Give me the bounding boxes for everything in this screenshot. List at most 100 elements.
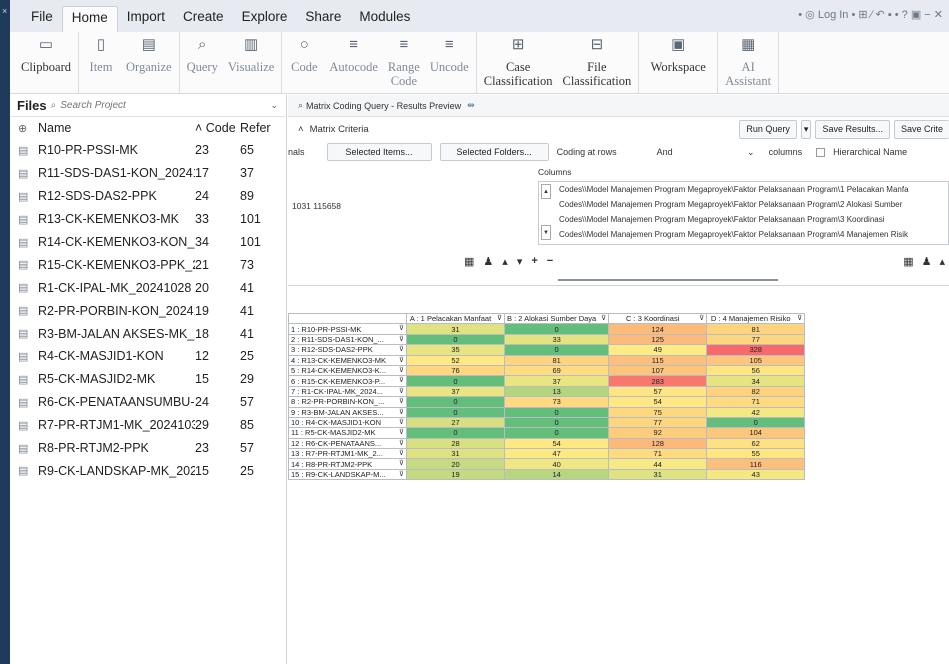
tab-modules[interactable]: Modules [350, 6, 419, 32]
file-row[interactable]: ▤ R5-CK-MASJID2-MK 15 29 [10, 368, 286, 391]
results-tab[interactable]: ⌕ Matrix Coding Query - Results Preview … [288, 95, 949, 117]
matrix-cell[interactable]: 49 [608, 344, 708, 356]
matrix-row-header[interactable]: 10 : R4-CK-MASJID1-KON ⊽ [288, 416, 407, 429]
code-item[interactable]: Codes\\Model Manajemen Program Megaproye… [559, 197, 948, 212]
matrix-cell[interactable]: 124 [608, 323, 708, 335]
file-row[interactable]: ▤ R2-PR-PORBIN-KON_202410219 41 [10, 299, 286, 322]
search-input[interactable] [60, 100, 261, 111]
scroll-up-icon[interactable]: ▲ [541, 184, 551, 199]
file-row[interactable]: ▤ R12-SDS-DAS2-PPK 24 89 [10, 185, 286, 208]
case-classification-button[interactable]: ⊞ Case Classification [479, 32, 558, 93]
matrix-cell[interactable]: 82 [706, 385, 806, 398]
remove-icon[interactable]: − [547, 255, 553, 268]
matrix-cell[interactable]: 0 [406, 396, 505, 408]
matrix-cell[interactable]: 37 [503, 375, 610, 387]
matrix-row-header[interactable]: 9 : R3-BM-JALAN AKSES... ⊽ [288, 406, 407, 418]
tab-create[interactable]: Create [174, 6, 233, 32]
col-name-header[interactable]: Name [38, 121, 195, 135]
matrix-cell[interactable]: 54 [503, 437, 610, 450]
run-query-dropdown[interactable]: ▾ [800, 119, 812, 139]
matrix-row-header[interactable]: 8 : R2-PR-PORBIN-KON_... ⊽ [288, 396, 407, 408]
matrix-cell[interactable]: 33 [503, 333, 610, 346]
select-all-icon[interactable]: ⊕ [10, 122, 38, 135]
filter-icon[interactable]: ⊽ [399, 325, 404, 332]
file-classification-button[interactable]: ⊟ File Classification [557, 32, 636, 93]
pin-icon[interactable]: ⇹ [467, 100, 475, 111]
code-item[interactable]: Codes\\Model Manajemen Program Megaproye… [559, 227, 948, 242]
move-down-icon[interactable]: ▾ [517, 255, 523, 268]
user-icon[interactable]: ♟ [483, 255, 493, 268]
matrix-row-header[interactable]: 12 : R6-CK-PENATAANS... ⊽ [288, 437, 407, 450]
code-item[interactable]: Codes\\Model Manajemen Program Megaproye… [559, 182, 948, 197]
filter-icon[interactable]: ⊽ [399, 377, 404, 384]
tab-file[interactable]: File [22, 6, 62, 32]
matrix-row-header[interactable]: 6 : R15-CK-KEMENKO3-P... ⊽ [288, 375, 407, 387]
matrix-row-header[interactable]: 7 : R1-CK-IPAL-MK_2024... ⊽ [288, 385, 407, 398]
query-button[interactable]: ⌕ Query [182, 32, 223, 93]
matrix-cell[interactable]: 0 [503, 406, 610, 418]
matrix-cell[interactable]: 52 [406, 354, 505, 366]
matrix-cell[interactable]: 104 [706, 427, 806, 439]
filter-icon[interactable]: ⊽ [497, 314, 502, 322]
tab-import[interactable]: Import [118, 6, 174, 32]
matrix-cell[interactable]: 37 [406, 385, 505, 398]
code-button[interactable]: ○ Code [284, 32, 324, 93]
col-code-header[interactable]: ˄ Code [195, 121, 240, 135]
collapse-icon[interactable]: ˄ [298, 124, 304, 135]
matrix-cell[interactable]: 71 [706, 396, 806, 408]
filter-icon[interactable]: ⊽ [399, 346, 404, 353]
matrix-cell[interactable]: 75 [608, 406, 708, 418]
matrix-cell[interactable]: 0 [406, 375, 505, 387]
matrix-column-header[interactable]: A : 1 Pelacakan Manfaat ⊽ [406, 312, 505, 325]
file-row[interactable]: ▤ R14-CK-KEMENKO3-KON_20234 101 [10, 231, 286, 254]
matrix-row-header[interactable]: 14 : R8-PR-RTJM2-PPK ⊽ [288, 458, 407, 470]
matrix-cell[interactable]: 0 [503, 344, 610, 356]
matrix-cell[interactable]: 31 [406, 448, 505, 460]
grid-icon[interactable]: ▦ [464, 255, 474, 268]
file-row[interactable]: ▤ R9-CK-LANDSKAP-MK_20241 15 25 [10, 459, 286, 482]
matrix-cell[interactable]: 20 [406, 458, 505, 470]
matrix-cell[interactable]: 13 [503, 385, 610, 398]
matrix-cell[interactable]: 0 [503, 427, 610, 439]
file-row[interactable]: ▤ R11-SDS-DAS1-KON_202410317 37 [10, 162, 286, 185]
tab-home[interactable]: Home [61, 6, 118, 32]
matrix-row-header[interactable]: 1 : R10-PR-PSSI-MK ⊽ [288, 323, 407, 335]
filter-icon[interactable]: ⊽ [399, 387, 404, 395]
file-row[interactable]: ▤ R6-CK-PENATAANSUMBU-PP 24 57 [10, 391, 286, 414]
matrix-row-header[interactable]: 3 : R12-SDS-DAS2-PPK ⊽ [288, 344, 407, 356]
matrix-row-header[interactable]: 2 : R11-SDS-DAS1-KON_... ⊽ [288, 333, 407, 346]
filter-icon[interactable]: ⊽ [399, 335, 404, 343]
matrix-cell[interactable]: 35 [406, 344, 505, 356]
user-icon[interactable]: ♟ [922, 255, 932, 268]
move-up-icon[interactable]: ▴ [502, 255, 508, 268]
list-scrollbar[interactable]: ▲ ▼ [541, 184, 553, 242]
matrix-row-header[interactable]: 5 : R14-CK-KEMENKO3-K... ⊽ [288, 364, 407, 377]
autocode-button[interactable]: ≡ Autocode [324, 32, 383, 93]
file-row[interactable]: ▤ R7-PR-RTJM1-MK_20241031 29 85 [10, 414, 286, 437]
filter-icon[interactable]: ⊽ [399, 429, 404, 436]
file-row[interactable]: ▤ R10-PR-PSSI-MK 23 65 [10, 139, 286, 162]
matrix-cell[interactable]: 81 [706, 323, 806, 335]
clipboard-button[interactable]: ▭ Clipboard [16, 32, 76, 93]
selected-items-button[interactable]: Selected Items... [326, 143, 432, 161]
matrix-cell[interactable]: 0 [406, 406, 505, 418]
col-refer-header[interactable]: Refer [240, 121, 280, 135]
filter-icon[interactable]: ⊽ [399, 398, 404, 405]
matrix-cell[interactable]: 47 [503, 448, 610, 460]
matrix-cell[interactable]: 56 [706, 364, 806, 377]
matrix-row-header[interactable]: 13 : R7-PR-RTJM1-MK_2... ⊽ [288, 448, 407, 460]
matrix-cell[interactable]: 283 [608, 375, 708, 387]
matrix-row-header[interactable]: 15 : R9-CK-LANDSKAP-M... ⊽ [288, 468, 407, 481]
matrix-row-header[interactable]: 4 : R13-CK-KEMENKO3-MK ⊽ [288, 354, 407, 366]
filter-icon[interactable]: ⊽ [399, 439, 404, 447]
matrix-cell[interactable]: 19 [406, 468, 505, 481]
file-row[interactable]: ▤ R4-CK-MASJID1-KON 12 25 [10, 345, 286, 368]
code-item[interactable]: Codes\\Model Manajemen Program Megaproye… [559, 212, 948, 227]
uncode-button[interactable]: ≡ Uncode [425, 32, 474, 93]
matrix-cell[interactable]: 54 [608, 396, 708, 408]
item-button[interactable]: ▯ Item [81, 32, 121, 93]
matrix-cell[interactable]: 73 [503, 396, 610, 408]
matrix-cell[interactable]: 115 [608, 354, 708, 366]
matrix-cell[interactable]: 128 [608, 437, 708, 450]
add-icon[interactable]: + [531, 255, 537, 268]
